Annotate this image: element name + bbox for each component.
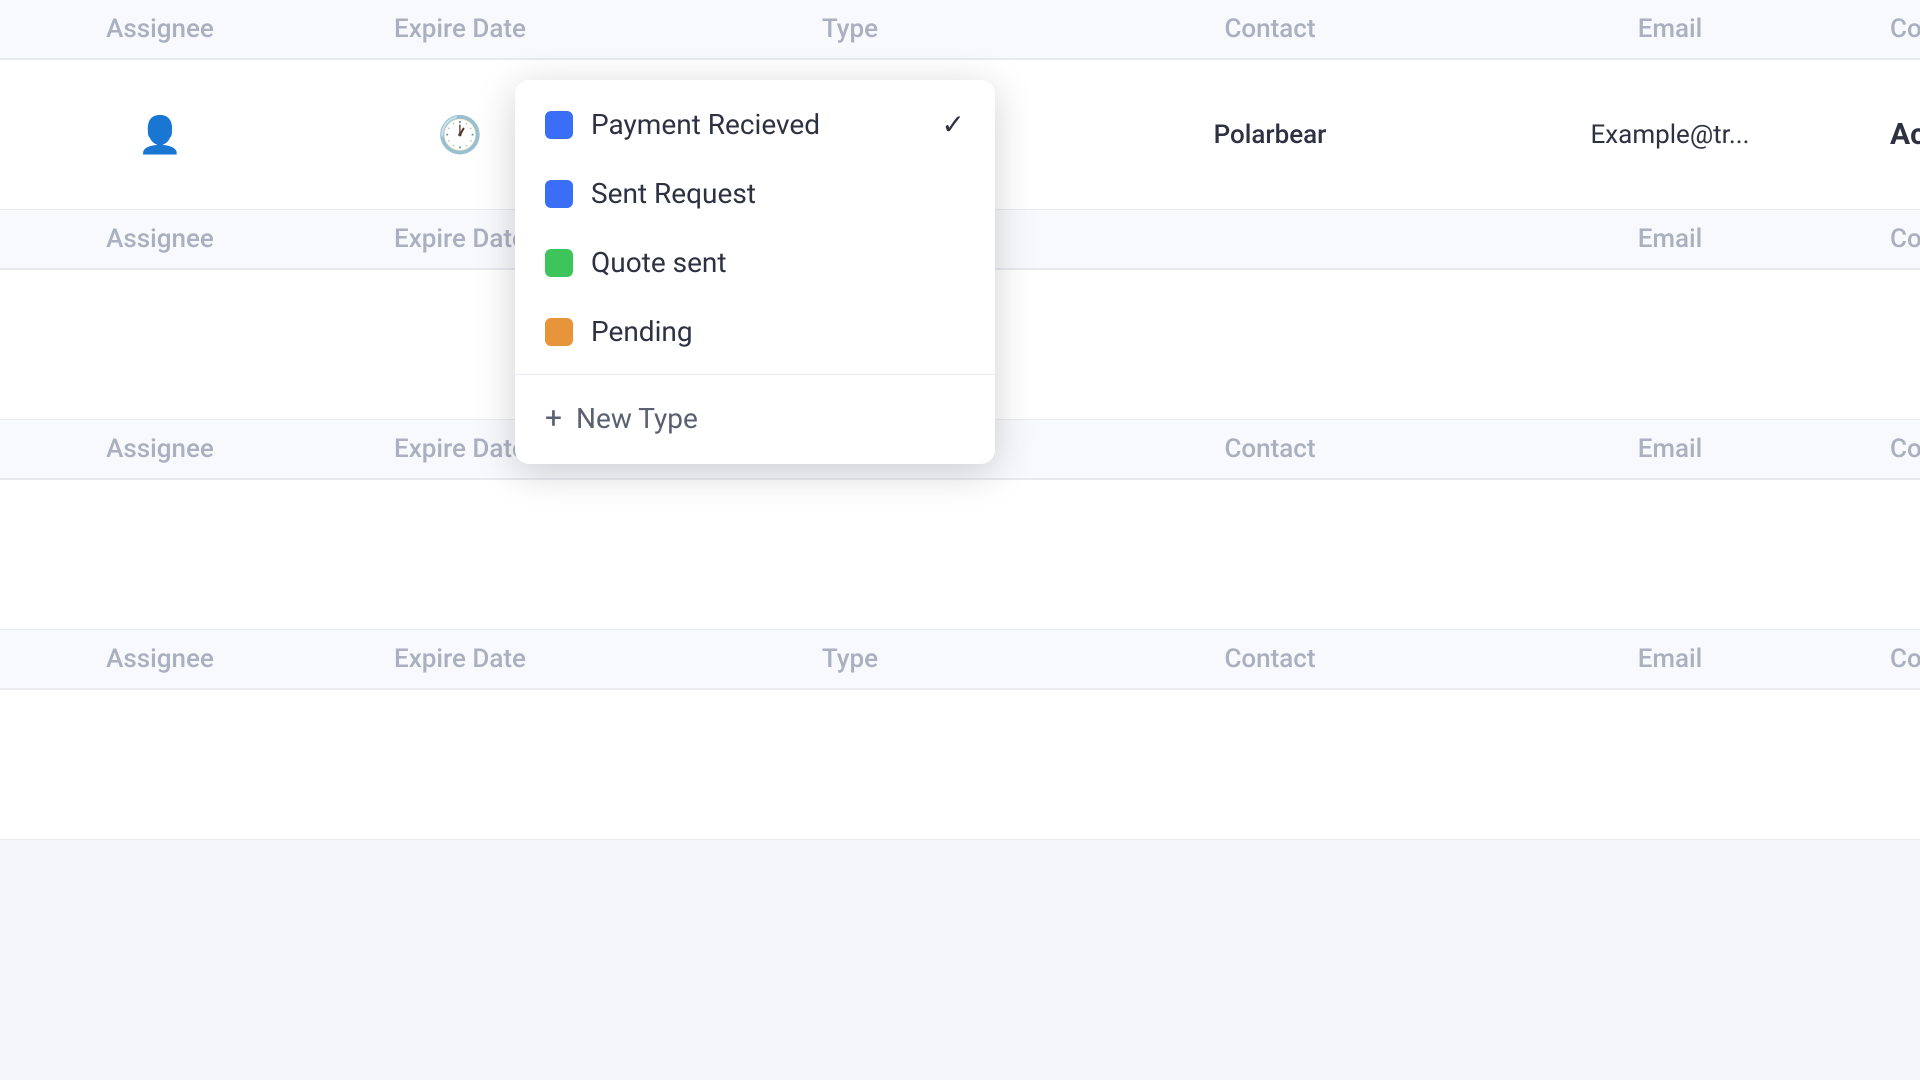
- col-header2-contact: [1080, 229, 1460, 249]
- col-header2-email: Email: [1460, 214, 1880, 264]
- assignee-cell-3: [20, 545, 300, 565]
- col-header2-assignee: Assignee: [20, 214, 300, 264]
- dropdown-item-sent-request-label: Sent Request: [591, 177, 756, 210]
- dropdown-item-quote-sent[interactable]: Quote sent: [515, 228, 995, 297]
- email-cell-2: [1460, 335, 1880, 355]
- assignee-cell-4: [20, 755, 300, 775]
- dropdown-item-sent-request[interactable]: Sent Request: [515, 159, 995, 228]
- assignee-icon-cell: 👤: [20, 104, 300, 166]
- commitment-cell-4: [1880, 755, 1900, 775]
- email-cell: Example@tr...: [1460, 110, 1880, 160]
- header-row-4: Assignee Expire Date Type Contact Email …: [0, 630, 1920, 690]
- dropdown-item-pending[interactable]: Pending: [515, 297, 995, 366]
- expire-cell-4: [300, 755, 620, 775]
- col-header-type: Type: [620, 4, 1080, 54]
- email-cell-3: [1460, 545, 1880, 565]
- expire-cell-3: [300, 545, 620, 565]
- type-dropdown: Payment Recieved ✓ Sent Request Quote se…: [515, 80, 995, 464]
- contact-cell-4: [1080, 755, 1460, 775]
- header-row-1: Assignee Expire Date Type Contact Email …: [0, 0, 1920, 60]
- payment-recieved-color-dot: [545, 111, 573, 139]
- assignee-icon: 👤: [138, 114, 183, 156]
- assignee-cell-2: [20, 335, 300, 355]
- dropdown-new-type[interactable]: + New Type: [515, 383, 995, 454]
- col-header2-commitment: Commitment: [1880, 214, 1920, 264]
- contact-cell-2: [1080, 335, 1460, 355]
- col-header-email: Email: [1460, 4, 1880, 54]
- quote-sent-color-dot: [545, 249, 573, 277]
- col-header-commitment: Commitment: [1880, 4, 1920, 54]
- col-header-assignee: Assignee: [20, 4, 300, 54]
- dropdown-item-payment-recieved[interactable]: Payment Recieved ✓: [515, 90, 995, 159]
- commitment-cell-3: [1880, 545, 1900, 565]
- type-cell-4: [620, 755, 1080, 775]
- active-badge: Active: [1890, 117, 1920, 152]
- dropdown-item-payment-recieved-label: Payment Recieved: [591, 108, 820, 141]
- sent-request-color-dot: [545, 180, 573, 208]
- table-container: Assignee Expire Date Type Contact Email …: [0, 0, 1920, 1080]
- col-header-contact: Contact: [1080, 4, 1460, 54]
- col-header4-contact: Contact: [1080, 634, 1460, 684]
- col-header4-email: Email: [1460, 634, 1880, 684]
- clock-icon: 🕐: [438, 114, 483, 156]
- new-type-label: New Type: [576, 402, 698, 435]
- col-header4-assignee: Assignee: [20, 634, 300, 684]
- plus-icon: +: [545, 401, 562, 436]
- data-row-3: [0, 480, 1920, 630]
- pending-color-dot: [545, 318, 573, 346]
- check-icon: ✓: [942, 108, 965, 141]
- col-header-expire: Expire Date: [300, 4, 620, 54]
- col-header4-expire: Expire Date: [300, 634, 620, 684]
- col-header3-contact: Contact: [1080, 424, 1460, 474]
- contact-cell-3: [1080, 545, 1460, 565]
- dropdown-divider: [515, 374, 995, 375]
- dropdown-item-pending-label: Pending: [591, 315, 693, 348]
- commitment-cell-1: Active: [1880, 107, 1920, 162]
- email-cell-4: [1460, 755, 1880, 775]
- col-header4-type: Type: [620, 634, 1080, 684]
- type-cell-3: [620, 545, 1080, 565]
- data-row-4: [0, 690, 1920, 840]
- contact-cell: Polarbear: [1080, 110, 1460, 160]
- commitment-cell-2: [1880, 335, 1900, 355]
- col-header4-commitment: Commitment: [1880, 634, 1920, 684]
- col-header3-assignee: Assignee: [20, 424, 300, 474]
- col-header3-email: Email: [1460, 424, 1880, 474]
- col-header3-commitment: Commitment: [1880, 424, 1920, 474]
- dropdown-item-quote-sent-label: Quote sent: [591, 246, 727, 279]
